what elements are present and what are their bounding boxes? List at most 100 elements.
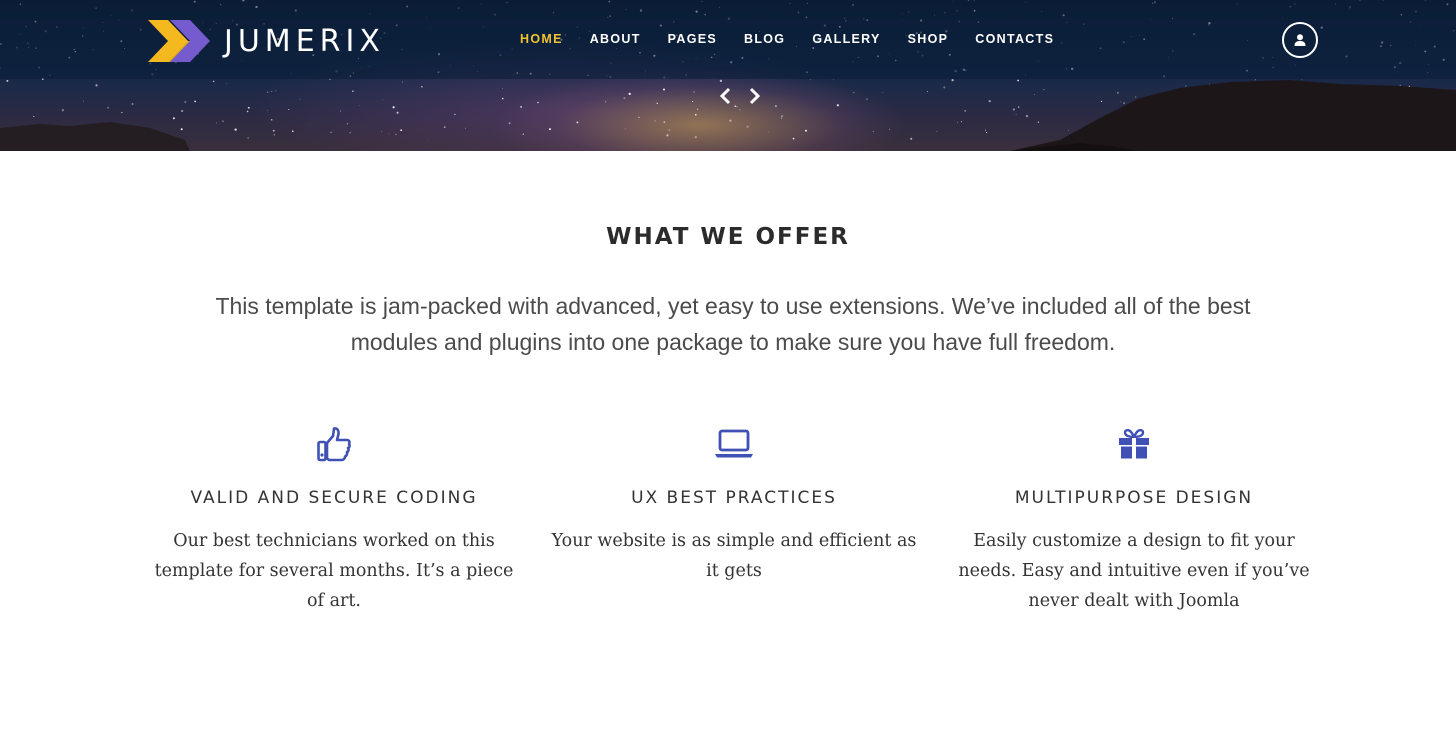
star	[172, 117, 175, 120]
star	[352, 90, 354, 92]
star	[272, 129, 275, 132]
star	[926, 91, 928, 93]
star	[180, 109, 184, 113]
nav-item-contacts[interactable]: CONTACTS	[975, 32, 1054, 46]
star	[234, 128, 237, 131]
user-account-button[interactable]	[1282, 22, 1318, 58]
star	[1209, 83, 1211, 85]
star	[605, 101, 607, 103]
star	[986, 131, 988, 134]
star	[271, 90, 273, 92]
star	[623, 97, 626, 100]
star	[392, 106, 395, 109]
star	[656, 102, 658, 104]
star	[872, 131, 874, 133]
feature-title: MULTIPURPOSE DESIGN	[1014, 488, 1254, 508]
star	[465, 127, 466, 129]
feature-title: VALID AND SECURE CODING	[190, 488, 478, 508]
star	[960, 121, 962, 123]
star	[888, 128, 890, 130]
star	[222, 120, 224, 122]
nav-item-shop[interactable]: SHOP	[908, 32, 949, 46]
star	[131, 103, 134, 105]
brand-name: JUMERIX	[224, 23, 385, 59]
star	[638, 116, 640, 119]
star	[349, 132, 351, 134]
star	[184, 100, 187, 104]
star	[910, 137, 913, 140]
star	[299, 98, 301, 100]
star	[95, 84, 98, 87]
slider-next-button[interactable]	[746, 86, 764, 106]
star	[1068, 130, 1069, 131]
star	[768, 131, 770, 133]
star	[964, 109, 967, 112]
star	[212, 80, 215, 83]
star	[666, 134, 669, 137]
star	[853, 91, 855, 94]
star	[275, 90, 277, 92]
nav-item-home[interactable]: HOME	[520, 32, 563, 46]
star	[736, 106, 738, 108]
star	[400, 129, 403, 132]
nav-item-pages[interactable]: PAGES	[668, 32, 717, 46]
slider-controls	[716, 86, 764, 106]
star	[522, 133, 524, 135]
star	[61, 109, 65, 112]
star	[663, 88, 665, 91]
star	[663, 121, 666, 123]
star	[537, 101, 539, 104]
star	[694, 135, 697, 139]
star	[266, 109, 268, 111]
star	[809, 78, 811, 80]
feature-item: MULTIPURPOSE DESIGN Easily customize a d…	[934, 424, 1334, 616]
star	[443, 126, 446, 128]
star	[330, 131, 332, 133]
star	[1012, 108, 1015, 111]
star	[882, 92, 884, 93]
star	[1254, 79, 1257, 81]
star	[936, 131, 938, 132]
star	[33, 115, 35, 117]
star	[576, 121, 579, 124]
main-menu: HOME ABOUT PAGES BLOG GALLERY SHOP CONTA…	[520, 32, 1081, 46]
star	[739, 109, 741, 111]
star	[692, 100, 694, 103]
nav-item-about[interactable]: ABOUT	[590, 32, 641, 46]
star	[956, 121, 958, 123]
star	[520, 105, 523, 108]
star	[346, 123, 349, 125]
star	[396, 111, 399, 114]
star	[194, 100, 196, 103]
feature-item: VALID AND SECURE CODING Our best technic…	[134, 424, 534, 616]
nav-item-gallery[interactable]: GALLERY	[812, 32, 880, 46]
star	[225, 83, 227, 85]
star	[421, 85, 423, 88]
star	[1037, 121, 1040, 123]
star	[1123, 102, 1126, 105]
star	[696, 108, 699, 110]
feature-item: UX BEST PRACTICES Your website is as sim…	[534, 424, 934, 616]
laptop-icon	[715, 429, 753, 458]
star	[693, 91, 695, 93]
feature-title: UX BEST PRACTICES	[631, 488, 837, 508]
thumbs-up-icon	[317, 427, 351, 462]
star	[943, 86, 946, 89]
top-navbar: JUMERIX HOME ABOUT PAGES BLOG GALLERY SH…	[0, 0, 1456, 79]
star	[1043, 88, 1045, 91]
star	[267, 91, 269, 93]
star	[501, 97, 504, 100]
star	[401, 81, 403, 83]
star	[247, 137, 249, 139]
nav-item-blog[interactable]: BLOG	[744, 32, 785, 46]
star	[719, 79, 723, 83]
star	[1017, 106, 1020, 108]
logo[interactable]: JUMERIX	[148, 20, 385, 62]
gift-icon	[1119, 429, 1149, 459]
star	[988, 99, 991, 103]
feature-text: Your website is as simple and efficient …	[551, 531, 917, 581]
feature-text: Our best technicians worked on this temp…	[154, 531, 514, 611]
slider-prev-button[interactable]	[716, 86, 734, 106]
star	[395, 133, 397, 136]
star	[624, 128, 626, 130]
